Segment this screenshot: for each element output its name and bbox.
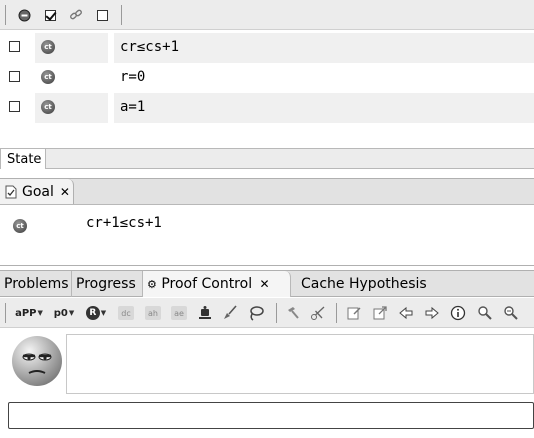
ct-badge-icon[interactable]: ct <box>13 219 27 233</box>
r-dropdown[interactable]: R ▼ <box>84 304 108 322</box>
chevron-down-icon: ▼ <box>68 309 75 317</box>
state-bar: State <box>0 148 534 170</box>
state-bar-fill <box>46 148 534 169</box>
proof-control-toolbar: aPP ▼ p0 ▼ R ▼ dc ah ae <box>0 298 534 328</box>
deselect-all-checkbox-icon[interactable] <box>95 8 109 22</box>
hypothesis-checkbox[interactable] <box>9 101 20 112</box>
hypothesis-checkbox[interactable] <box>9 71 20 82</box>
close-icon[interactable]: ✕ <box>260 277 270 291</box>
tab-progress[interactable]: Progress <box>72 271 143 297</box>
hypothesis-formula: a=1 <box>120 99 146 115</box>
chevron-down-icon: ▼ <box>100 309 107 317</box>
goal-content: ct cr+1≤cs+1 <box>0 204 534 266</box>
select-all-checkbox-icon[interactable] <box>43 8 57 22</box>
edit-note-icon[interactable] <box>346 304 362 322</box>
sad-face-status-icon <box>12 336 62 386</box>
hypothesis-formula-cell <box>114 93 534 123</box>
hypothesis-formula: r=0 <box>120 69 146 85</box>
toolbar-separator <box>276 303 277 323</box>
info-icon[interactable] <box>450 304 466 322</box>
tab-problems[interactable]: Problems <box>0 271 72 297</box>
hypothesis-row[interactable]: ct a=1 <box>0 93 534 123</box>
toolbar-separator <box>5 5 6 25</box>
hypothesis-badge-cell: ct <box>35 93 108 123</box>
arrow-left-icon[interactable] <box>398 304 414 322</box>
ct-badge-icon[interactable]: ct <box>41 100 55 114</box>
hypothesis-checkbox[interactable] <box>9 41 20 52</box>
export-note-icon[interactable] <box>372 304 388 322</box>
hypothesis-row[interactable]: ct r=0 <box>0 63 534 93</box>
search-hypothesis-icon[interactable] <box>477 304 493 322</box>
p0-dropdown-label: p0 <box>53 307 68 319</box>
goal-formula: cr+1≤cs+1 <box>86 215 162 231</box>
app-dropdown[interactable]: aPP ▼ <box>14 304 44 322</box>
toolbar-separator <box>121 5 122 25</box>
stop-circle-icon[interactable] <box>17 8 31 22</box>
link-icon[interactable] <box>69 8 83 22</box>
broom-icon[interactable] <box>222 304 238 322</box>
proof-control-message-area <box>66 334 534 394</box>
r-circle-icon: R <box>85 306 100 320</box>
goal-tab-label: Goal <box>22 184 54 200</box>
ah-button[interactable]: ah <box>145 304 161 322</box>
hypotheses-toolbar <box>0 0 534 30</box>
robot-icon[interactable] <box>197 304 213 322</box>
p0-dropdown[interactable]: p0 ▼ <box>50 304 78 322</box>
hammer-icon[interactable] <box>285 304 301 322</box>
goal-view-header: Goal ✕ <box>0 178 534 205</box>
app-dropdown-label: aPP <box>15 307 37 319</box>
hypothesis-row[interactable]: ct cr≤cs+1 <box>0 33 534 63</box>
tab-state[interactable]: State <box>0 148 46 169</box>
dc-button[interactable]: dc <box>118 304 134 322</box>
hypothesis-badge-cell: ct <box>35 63 108 93</box>
ae-button[interactable]: ae <box>171 304 187 322</box>
toolbar-separator <box>336 303 337 323</box>
goal-doc-icon <box>5 185 17 199</box>
ct-badge-icon[interactable]: ct <box>41 70 55 84</box>
cache-search-icon[interactable] <box>503 304 519 322</box>
proof-control-label: Proof Control <box>161 276 253 292</box>
dc-button-label: dc <box>118 306 134 320</box>
lasso-icon[interactable] <box>247 304 265 322</box>
proof-control-icon: ⚙ <box>147 278 157 291</box>
hypothesis-formula: cr≤cs+1 <box>120 39 180 55</box>
chevron-down-icon: ▼ <box>37 309 43 317</box>
rodin-proving-perspective: ct cr≤cs+1 ct r=0 ct a=1 State Goal ✕ ct… <box>0 0 534 438</box>
ah-button-label: ah <box>145 306 161 320</box>
arrow-right-icon[interactable] <box>424 304 440 322</box>
close-icon[interactable]: ✕ <box>60 185 70 199</box>
command-input[interactable] <box>8 402 534 429</box>
tab-cache-hypothesis[interactable]: Cache Hypothesis <box>297 271 433 297</box>
bottom-tab-bar: Problems Progress ⚙ Proof Control ✕ Cach… <box>0 270 534 297</box>
toolbar-separator <box>5 303 6 323</box>
hypothesis-badge-cell: ct <box>35 33 108 63</box>
scissors-icon[interactable] <box>310 304 326 322</box>
tab-goal[interactable]: Goal ✕ <box>0 179 74 205</box>
tab-proof-control[interactable]: ⚙ Proof Control ✕ <box>143 271 291 297</box>
ae-button-label: ae <box>171 306 187 320</box>
ct-badge-icon[interactable]: ct <box>41 40 55 54</box>
